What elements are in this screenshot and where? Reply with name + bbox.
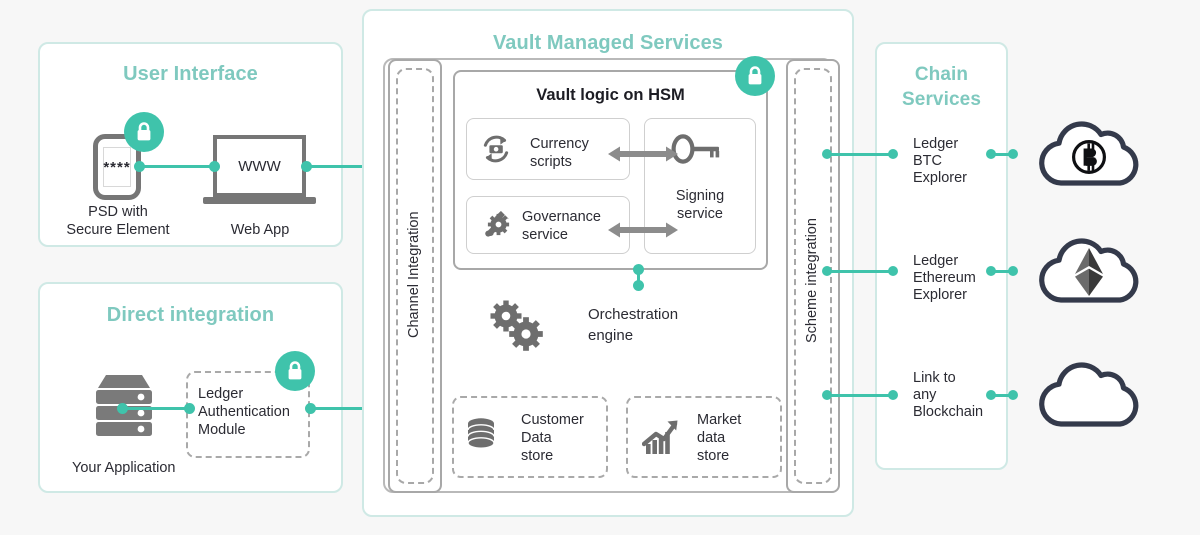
connector-dot bbox=[134, 161, 145, 172]
connector-dot bbox=[888, 266, 898, 276]
key-icon bbox=[670, 131, 728, 167]
lam-line3: Module bbox=[198, 422, 246, 438]
wire-scheme-to-any bbox=[827, 394, 892, 397]
chain-entry-2-line3: Blockchain bbox=[913, 404, 984, 420]
customer-data-store-line1: Customer bbox=[521, 412, 584, 428]
market-data-store-line2: data bbox=[697, 430, 726, 446]
connector-dot bbox=[1008, 266, 1018, 276]
laptop-base bbox=[203, 197, 316, 204]
connector-dot bbox=[1008, 149, 1018, 159]
wire-server-to-lam bbox=[122, 407, 188, 410]
connector-dot bbox=[117, 403, 128, 414]
chain-entry-1-line3: Explorer bbox=[913, 287, 967, 303]
direct-integration-title: Direct integration bbox=[106, 304, 275, 326]
connector-dot bbox=[888, 390, 898, 400]
connector-dot bbox=[184, 403, 195, 414]
wire-scheme-to-eth bbox=[827, 270, 892, 273]
ethereum-cloud-icon bbox=[1034, 234, 1144, 306]
double-arrow-icon bbox=[608, 142, 678, 166]
double-arrow-icon bbox=[608, 218, 678, 242]
chain-entry-2-line1: Link to bbox=[913, 370, 956, 386]
chain-services-title-line2: Services bbox=[902, 89, 981, 110]
wire-scheme-to-btc bbox=[827, 153, 892, 156]
bitcoin-cloud-icon bbox=[1034, 117, 1144, 189]
connector-dot bbox=[305, 403, 316, 414]
wire-psd-to-webapp bbox=[140, 165, 215, 168]
lock-icon bbox=[124, 112, 164, 152]
web-app-caption: Web App bbox=[230, 222, 290, 238]
web-app-screen: WWW bbox=[213, 135, 306, 197]
user-interface-title: User Interface bbox=[123, 63, 258, 85]
gears-icon bbox=[484, 298, 550, 354]
lam-line2: Authentication bbox=[198, 404, 290, 420]
scheme-integration-label: Scheme integration bbox=[804, 218, 820, 344]
connector-dot bbox=[209, 161, 220, 172]
connector-dot bbox=[633, 264, 644, 275]
vault-logic-hsm-title: Vault logic on HSM bbox=[536, 86, 685, 104]
market-data-store-line1: Market bbox=[697, 412, 742, 428]
psd-screen-text: **** bbox=[103, 147, 131, 187]
diagram-canvas: User Interface **** PSD with Secure Elem… bbox=[0, 0, 1200, 535]
connector-dot bbox=[1008, 390, 1018, 400]
wrench-gear-icon bbox=[478, 207, 514, 243]
market-data-store-line3: store bbox=[697, 448, 730, 464]
customer-data-store-line3: store bbox=[521, 448, 554, 464]
orchestration-line1: Orchestration bbox=[588, 306, 679, 323]
orchestration-line2: engine bbox=[588, 327, 634, 344]
chain-services-title-line1: Chain bbox=[914, 64, 969, 85]
connector-dot bbox=[633, 280, 644, 291]
your-application-caption: Your Application bbox=[72, 460, 176, 476]
connector-dot bbox=[301, 161, 312, 172]
chart-arrow-icon bbox=[642, 418, 680, 454]
lock-icon bbox=[735, 56, 775, 96]
database-icon bbox=[466, 417, 496, 455]
blank-cloud-icon bbox=[1034, 358, 1144, 430]
currency-refresh-icon bbox=[478, 131, 514, 167]
psd-caption-line1: PSD with bbox=[88, 204, 148, 220]
channel-integration-label: Channel Integration bbox=[406, 211, 422, 339]
vault-title: Vault Managed Services bbox=[492, 32, 724, 54]
psd-caption-line2: Secure Element bbox=[66, 222, 170, 238]
customer-data-store-line2: Data bbox=[521, 430, 552, 446]
chain-entry-0-line3: Explorer bbox=[913, 170, 967, 186]
chain-entry-1-line1: Ledger bbox=[913, 253, 959, 269]
connector-dot bbox=[888, 149, 898, 159]
signing-service-line1: Signing bbox=[675, 188, 725, 204]
lock-icon bbox=[275, 351, 315, 391]
